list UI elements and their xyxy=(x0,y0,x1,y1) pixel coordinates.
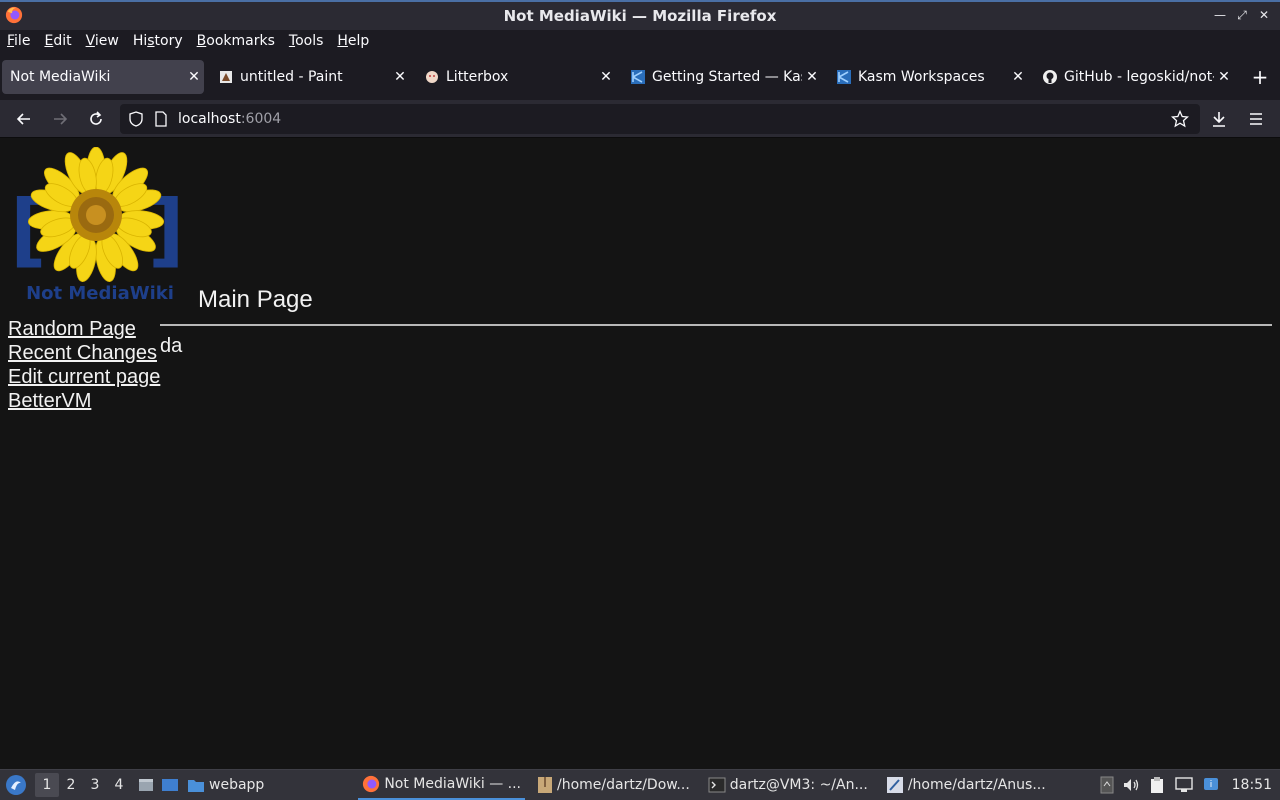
shield-icon[interactable] xyxy=(128,111,144,127)
page-title: Main Page xyxy=(198,286,313,313)
url-port: :6004 xyxy=(240,111,282,127)
task-firefox[interactable]: Not MediaWiki — ... xyxy=(358,770,526,800)
reload-icon xyxy=(90,111,102,125)
hamburger-menu-icon xyxy=(1250,113,1262,125)
desktop-launcher-icon[interactable] xyxy=(161,776,179,794)
tab-close-icon[interactable]: ✕ xyxy=(1008,69,1028,85)
tab-close-icon[interactable]: ✕ xyxy=(184,69,204,85)
address-bar[interactable]: localhost:6004 xyxy=(120,104,1200,134)
menu-bar: File Edit View History Bookmarks Tools H… xyxy=(0,30,1280,52)
tab-close-icon[interactable]: ✕ xyxy=(1214,69,1234,85)
paint-icon xyxy=(220,71,232,83)
link-bettervm[interactable]: BetterVM xyxy=(8,389,160,413)
link-random-page[interactable]: Random Page xyxy=(8,317,160,341)
workspace-2[interactable]: 2 xyxy=(59,777,83,793)
download-icon xyxy=(1213,112,1225,127)
task-terminal[interactable]: dartz@VM3: ~/An... xyxy=(704,770,872,800)
menu-file-rest: ile xyxy=(14,33,31,49)
url-host: localhost xyxy=(178,111,241,127)
page-body-text: da xyxy=(160,335,183,357)
title-divider xyxy=(160,324,1272,326)
volume-icon[interactable] xyxy=(1122,776,1140,794)
link-edit-current-page[interactable]: Edit current page xyxy=(8,365,160,389)
logo-text: Not MediaWiki xyxy=(26,283,174,304)
tab-close-icon[interactable]: ✕ xyxy=(390,69,410,85)
window-titlebar: Not MediaWiki — Mozilla Firefox — ⤢ ✕ xyxy=(0,0,1280,30)
firefox-icon xyxy=(5,6,23,24)
tab-close-icon[interactable]: ✕ xyxy=(596,69,616,85)
terminal-icon xyxy=(708,777,726,793)
back-button[interactable] xyxy=(12,107,36,131)
bookmark-star-button[interactable] xyxy=(1168,107,1192,131)
file-manager-launcher-icon[interactable] xyxy=(137,776,155,794)
workspace-1[interactable]: 1 xyxy=(35,773,59,797)
navigation-toolbar: localhost:6004 xyxy=(0,100,1280,138)
forward-button[interactable] xyxy=(48,107,72,131)
notification-icon[interactable]: i xyxy=(1202,776,1220,794)
app-menu-button[interactable] xyxy=(1244,107,1268,131)
system-tray: i 18:51 xyxy=(1100,770,1280,800)
tray-expand-icon[interactable] xyxy=(1100,776,1114,794)
reload-button[interactable] xyxy=(84,107,108,131)
start-menu-icon[interactable] xyxy=(5,774,27,796)
editor-icon xyxy=(886,777,903,793)
tab-not-mediawiki[interactable]: Not MediaWiki ✕ xyxy=(2,60,204,94)
menu-bookmarks[interactable]: Bookmarks xyxy=(197,33,275,49)
tab-paint[interactable]: untitled - Paint ✕ xyxy=(210,60,410,94)
close-window-button[interactable]: ✕ xyxy=(1256,7,1272,23)
arrow-right-icon xyxy=(54,113,68,125)
menu-history[interactable]: History xyxy=(133,33,183,49)
tab-close-icon[interactable]: ✕ xyxy=(802,69,822,85)
github-icon xyxy=(1043,70,1057,84)
svg-text:i: i xyxy=(1209,780,1212,790)
firefox-icon xyxy=(363,775,380,793)
task-webapp[interactable]: webapp xyxy=(183,770,268,800)
archive-icon xyxy=(538,777,553,793)
menu-file[interactable]: File xyxy=(7,33,30,49)
star-icon xyxy=(1171,110,1189,128)
page-icon[interactable] xyxy=(154,111,168,127)
menu-edit[interactable]: Edit xyxy=(44,33,71,49)
task-editor[interactable]: /home/dartz/Anus... xyxy=(882,770,1050,800)
clock[interactable]: 18:51 xyxy=(1232,777,1272,793)
menu-tools[interactable]: Tools xyxy=(289,33,324,49)
task-archive[interactable]: /home/dartz/Dow... xyxy=(533,770,694,800)
workspace-3[interactable]: 3 xyxy=(83,777,107,793)
workspace-4[interactable]: 4 xyxy=(107,777,131,793)
sidebar-nav: Random Page Recent Changes Edit current … xyxy=(8,317,160,413)
downloads-button[interactable] xyxy=(1207,107,1231,131)
new-tab-button[interactable]: + xyxy=(1248,65,1272,89)
kasm-icon xyxy=(631,70,645,84)
window-title: Not MediaWiki — Mozilla Firefox xyxy=(503,7,777,25)
tab-litterbox[interactable]: Litterbox ✕ xyxy=(416,60,616,94)
kasm-icon xyxy=(837,70,851,84)
clipboard-icon[interactable] xyxy=(1148,776,1166,794)
minimize-button[interactable]: — xyxy=(1212,7,1228,23)
sunflower-logo[interactable]: [ ] Not MediaWiki xyxy=(8,147,192,307)
tab-strip: Not MediaWiki ✕ untitled - Paint ✕ Litte… xyxy=(0,52,1280,100)
folder-icon xyxy=(188,780,204,792)
taskbar: 1 2 3 4 webapp Not MediaWiki — ... /home… xyxy=(0,769,1280,800)
tab-getting-started-kasm[interactable]: Getting Started — Kasm ✕ xyxy=(622,60,822,94)
network-icon[interactable] xyxy=(1174,776,1194,794)
arrow-left-icon xyxy=(16,113,30,125)
tab-kasm-workspaces[interactable]: Kasm Workspaces ✕ xyxy=(828,60,1028,94)
menu-help[interactable]: Help xyxy=(337,33,369,49)
litterbox-icon xyxy=(426,71,438,83)
tab-github[interactable]: GitHub - legoskid/not-mediawiki ✕ xyxy=(1034,60,1234,94)
page-content: [ ] Not MediaWiki Random Page Recent Cha… xyxy=(0,139,1280,769)
menu-view[interactable]: View xyxy=(86,33,119,49)
link-recent-changes[interactable]: Recent Changes xyxy=(8,341,160,365)
maximize-button[interactable]: ⤢ xyxy=(1234,7,1250,23)
